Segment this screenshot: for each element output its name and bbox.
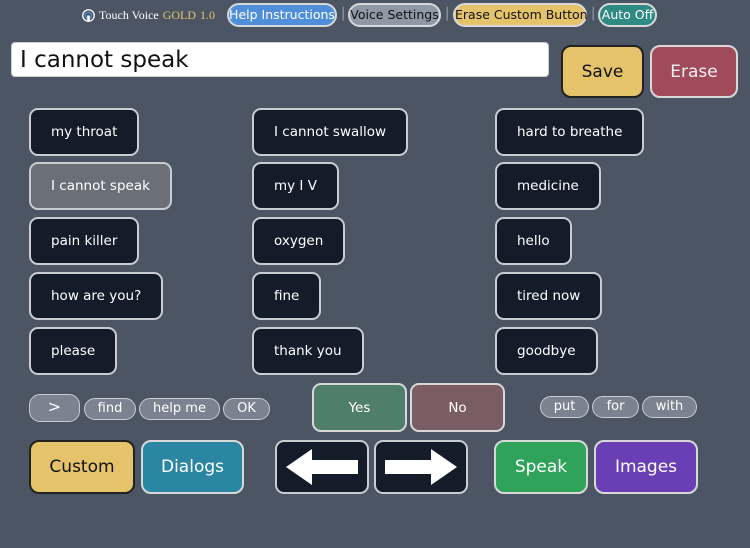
separator: | (341, 6, 346, 21)
app-brand: Touch Voice GOLD 1.0 (82, 6, 215, 24)
phrase-button[interactable]: fine (252, 272, 322, 320)
phrase-button[interactable]: thank you (252, 327, 364, 375)
separator: | (591, 6, 596, 21)
auto-off-button[interactable]: Auto Off (598, 3, 657, 27)
arrow-right-icon (385, 449, 457, 485)
yes-button[interactable]: Yes (312, 383, 407, 432)
custom-button[interactable]: Custom (29, 440, 135, 494)
brand-version: 1.0 (200, 7, 216, 22)
touch-logo-icon (82, 8, 95, 22)
phrase-button[interactable]: hello (495, 217, 572, 265)
phrase-button[interactable]: my throat (29, 108, 140, 156)
speech-input[interactable] (11, 42, 549, 77)
phrase-button-selected[interactable]: I cannot speak (29, 162, 172, 210)
word-help-me-button[interactable]: help me (139, 398, 220, 420)
phrase-button[interactable]: I cannot swallow (252, 108, 409, 156)
phrase-button[interactable]: pain killer (29, 217, 140, 265)
brand-edition: GOLD (162, 7, 197, 22)
arrow-left-icon (286, 449, 358, 485)
next-word-button[interactable]: > (29, 394, 80, 422)
word-put-button[interactable]: put (540, 396, 589, 418)
phrase-button[interactable]: please (29, 327, 118, 375)
back-button[interactable] (275, 440, 369, 494)
save-button[interactable]: Save (561, 45, 644, 98)
images-button[interactable]: Images (594, 440, 698, 494)
forward-button[interactable] (374, 440, 468, 494)
phrase-button[interactable]: tired now (495, 272, 603, 320)
word-for-button[interactable]: for (592, 396, 639, 418)
phrase-button[interactable]: how are you? (29, 272, 164, 320)
word-ok-button[interactable]: OK (223, 398, 270, 420)
help-instructions-button[interactable]: Help Instructions (227, 3, 337, 27)
word-find-button[interactable]: find (84, 398, 136, 420)
brand-name: Touch Voice (99, 7, 159, 22)
phrase-button[interactable]: hard to breathe (495, 108, 645, 156)
dialogs-button[interactable]: Dialogs (141, 440, 244, 494)
no-button[interactable]: No (410, 383, 505, 432)
word-with-button[interactable]: with (642, 396, 697, 418)
phrase-button[interactable]: medicine (495, 162, 601, 210)
voice-settings-button[interactable]: Voice Settings (348, 3, 441, 27)
erase-button[interactable]: Erase (650, 45, 738, 98)
phrase-button[interactable]: oxygen (252, 217, 346, 265)
phrase-button[interactable]: goodbye (495, 327, 598, 375)
speak-button[interactable]: Speak (494, 440, 588, 494)
separator: | (445, 6, 450, 21)
phrase-button[interactable]: my I V (252, 162, 339, 210)
erase-custom-button[interactable]: Erase Custom Button (453, 3, 588, 27)
